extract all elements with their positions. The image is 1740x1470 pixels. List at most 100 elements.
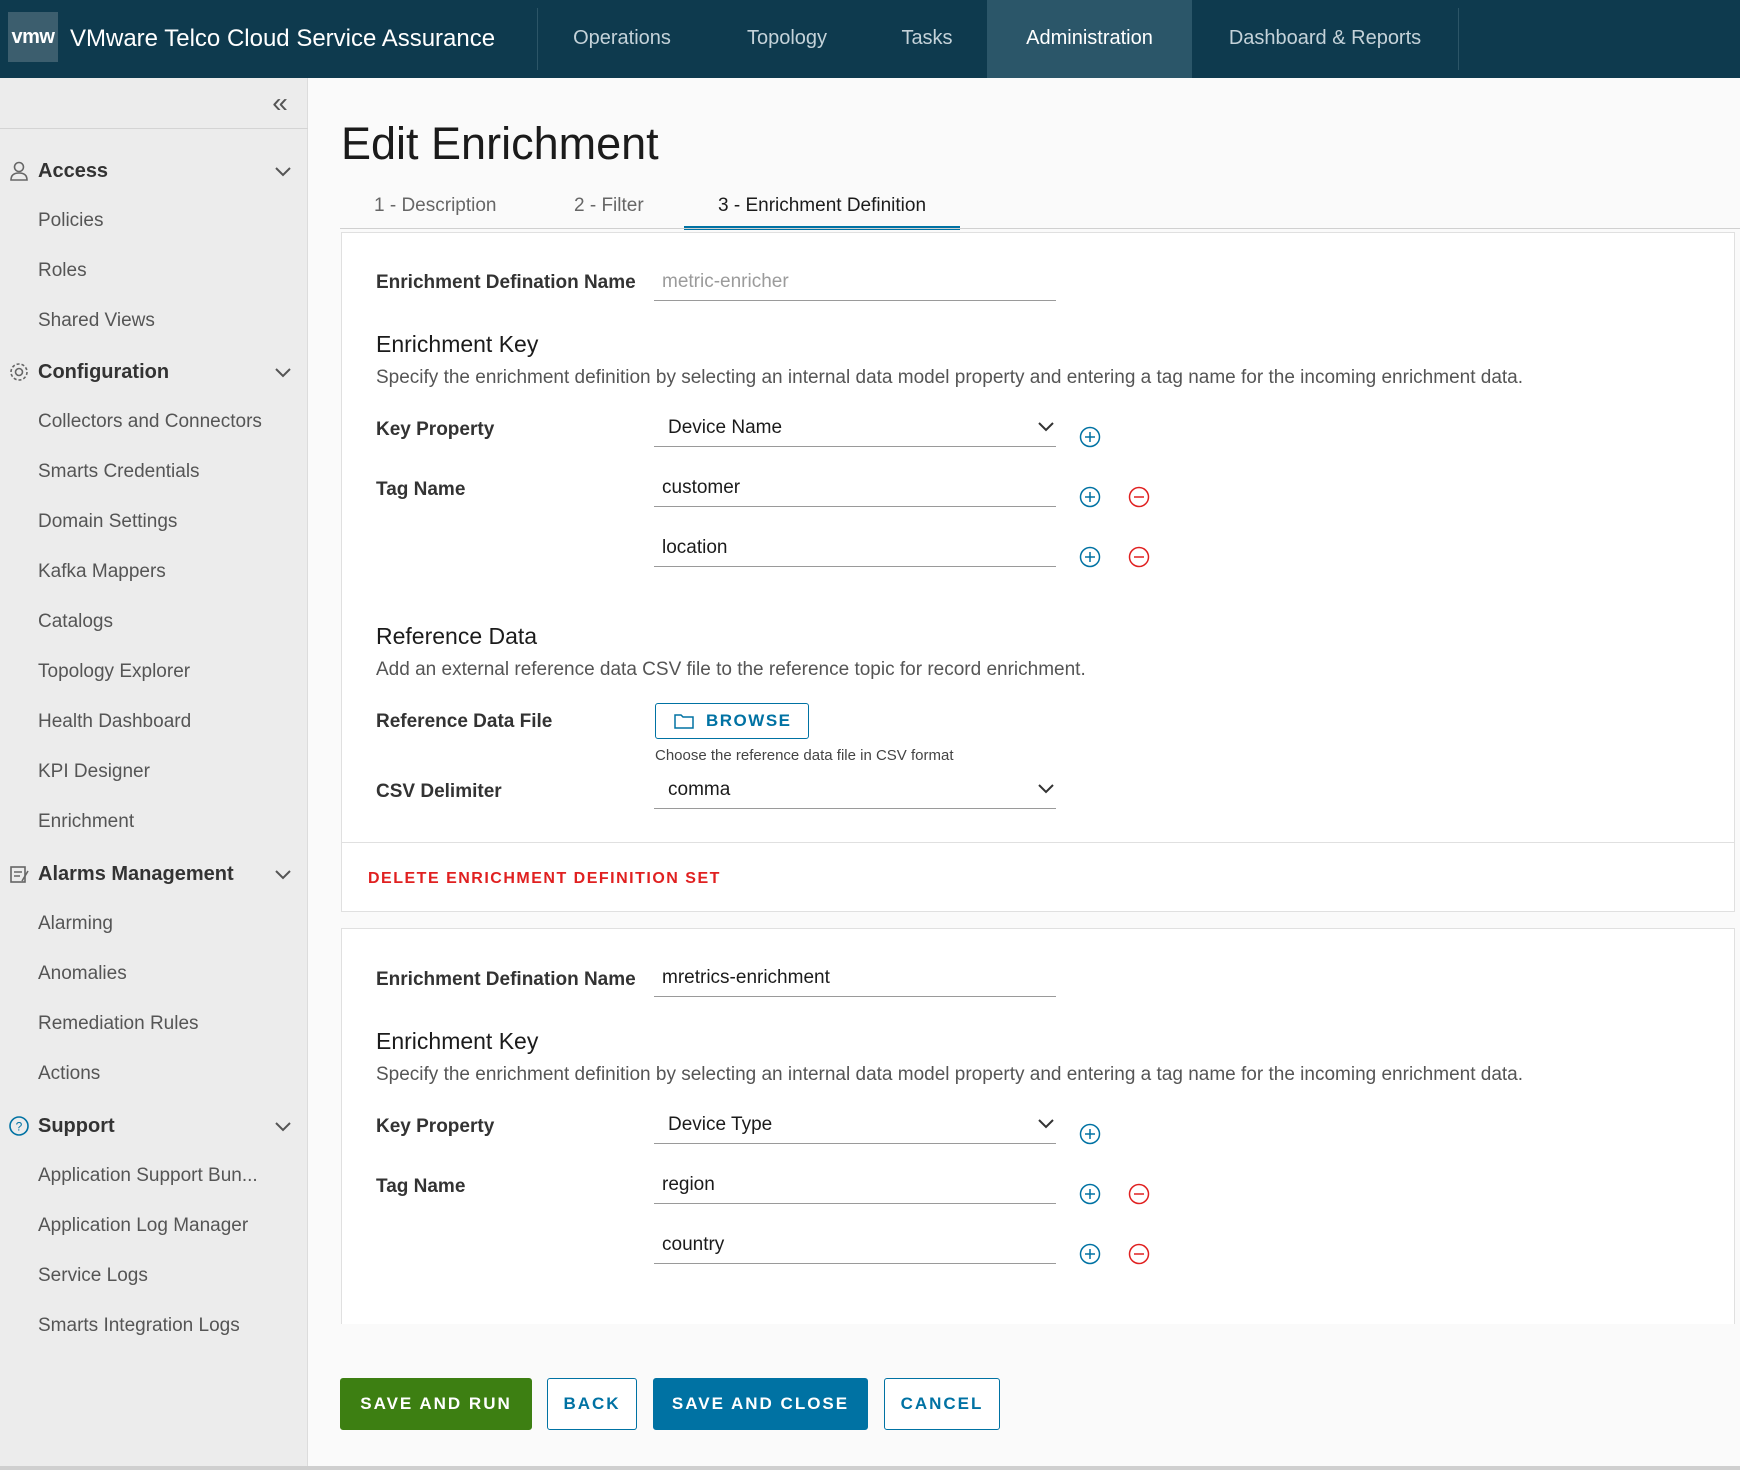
sidebar-group-support[interactable]: ? Support xyxy=(0,1101,308,1151)
tag-name-input[interactable]: region xyxy=(654,1168,1056,1204)
definition-name-input[interactable]: mretrics-enrichment xyxy=(654,961,1056,997)
sidebar-group-label: Alarms Management xyxy=(38,863,234,885)
chevron-down-icon[interactable] xyxy=(272,1115,294,1137)
delete-definition-set-button[interactable]: DELETE ENRICHMENT DEFINITION SET xyxy=(368,870,721,888)
nav-dashboard-reports[interactable]: Dashboard & Reports xyxy=(1192,0,1458,78)
sidebar-item-actions[interactable]: Actions xyxy=(38,1060,100,1088)
key-property-label: Key Property xyxy=(376,1116,495,1137)
definition-name-label: Enrichment Defination Name xyxy=(376,969,636,990)
top-header: vmw VMware Telco Cloud Service Assurance… xyxy=(0,0,1740,78)
sidebar-item-service-logs[interactable]: Service Logs xyxy=(38,1262,148,1290)
sidebar-group-access[interactable]: Access xyxy=(0,146,308,196)
remove-circle-icon[interactable] xyxy=(1127,1242,1151,1266)
sidebar-divider xyxy=(0,128,308,129)
key-property-select[interactable]: Device Type xyxy=(654,1108,1056,1144)
sidebar-item-shared-views[interactable]: Shared Views xyxy=(38,307,155,335)
sidebar-item-enrichment[interactable]: Enrichment xyxy=(38,808,134,836)
save-and-close-button[interactable]: SAVE AND CLOSE xyxy=(653,1378,868,1430)
help-icon: ? xyxy=(9,1116,29,1136)
collapse-sidebar-icon[interactable]: « xyxy=(265,89,295,120)
app-title[interactable]: VMware Telco Cloud Service Assurance xyxy=(70,0,495,78)
sidebar-item-catalogs[interactable]: Catalogs xyxy=(38,608,113,636)
sidebar-item-kafka-mappers[interactable]: Kafka Mappers xyxy=(38,558,166,586)
sidebar-group-label: Configuration xyxy=(38,361,170,383)
enrichment-key-description: Specify the enrichment definition by sel… xyxy=(376,367,1524,388)
back-button[interactable]: BACK xyxy=(547,1378,637,1430)
nav-administration[interactable]: Administration xyxy=(987,0,1192,78)
tag-name-input[interactable]: location xyxy=(654,531,1056,567)
remove-circle-icon[interactable] xyxy=(1127,485,1151,509)
tag-name-label: Tag Name xyxy=(376,1176,466,1197)
enrichment-definition-card: Enrichment Defination Name mretrics-enri… xyxy=(341,928,1735,1324)
tabs-divider xyxy=(340,228,1740,229)
tab-description[interactable]: 1 - Description xyxy=(374,192,497,230)
sidebar-item-kpi-designer[interactable]: KPI Designer xyxy=(38,758,150,786)
save-and-run-button[interactable]: SAVE AND RUN xyxy=(340,1378,532,1430)
reference-file-label: Reference Data File xyxy=(376,711,553,732)
sidebar-item-domain-settings[interactable]: Domain Settings xyxy=(38,508,177,536)
nav-topology[interactable]: Topology xyxy=(707,0,867,78)
reference-data-title: Reference Data xyxy=(376,623,538,649)
chevron-down-icon[interactable] xyxy=(272,160,294,182)
add-circle-icon[interactable] xyxy=(1078,1242,1102,1266)
sidebar-item-policies[interactable]: Policies xyxy=(38,207,103,235)
sidebar-item-roles[interactable]: Roles xyxy=(38,257,87,285)
tab-enrichment-definition[interactable]: 3 - Enrichment Definition xyxy=(684,192,961,230)
sidebar-item-smarts-credentials[interactable]: Smarts Credentials xyxy=(38,458,200,486)
sidebar-item-alarming[interactable]: Alarming xyxy=(38,910,113,938)
chevron-down-icon[interactable] xyxy=(272,361,294,383)
alarms-icon xyxy=(10,866,29,883)
user-icon xyxy=(10,161,28,181)
browse-label: BROWSE xyxy=(706,711,792,730)
tag-name-input[interactable]: country xyxy=(654,1228,1056,1264)
cancel-button[interactable]: CANCEL xyxy=(884,1378,1000,1430)
vmware-logo[interactable]: vmw xyxy=(8,12,58,62)
tag-name-input[interactable]: customer xyxy=(654,471,1056,507)
sidebar-item-anomalies[interactable]: Anomalies xyxy=(38,960,127,988)
nav-separator xyxy=(1458,8,1459,70)
sidebar-item-topology-explorer[interactable]: Topology Explorer xyxy=(38,658,190,686)
key-property-value: Device Name xyxy=(668,417,783,438)
sidebar-item-remediation-rules[interactable]: Remediation Rules xyxy=(38,1010,199,1038)
chevron-down-icon xyxy=(1038,422,1054,432)
browse-hint: Choose the reference data file in CSV fo… xyxy=(655,747,954,764)
sidebar-item-collectors-connectors[interactable]: Collectors and Connectors xyxy=(38,408,262,436)
sidebar-item-application-log-manager[interactable]: Application Log Manager xyxy=(38,1212,248,1240)
gear-icon xyxy=(10,363,28,381)
card-divider xyxy=(342,842,1734,843)
remove-circle-icon[interactable] xyxy=(1127,545,1151,569)
add-circle-icon[interactable] xyxy=(1078,485,1102,509)
svg-text:?: ? xyxy=(16,1120,23,1134)
add-circle-icon[interactable] xyxy=(1078,545,1102,569)
remove-circle-icon[interactable] xyxy=(1127,1182,1151,1206)
nav-tasks[interactable]: Tasks xyxy=(867,0,987,78)
sidebar-group-label: Support xyxy=(38,1115,115,1137)
key-property-label: Key Property xyxy=(376,419,495,440)
folder-icon xyxy=(674,714,694,729)
enrichment-key-title: Enrichment Key xyxy=(376,331,539,357)
add-circle-icon[interactable] xyxy=(1078,1182,1102,1206)
chevron-down-icon xyxy=(1038,784,1054,794)
page-title: Edit Enrichment xyxy=(341,118,659,169)
window-bottom-edge xyxy=(0,1466,1740,1470)
sidebar-item-smarts-integration-logs[interactable]: Smarts Integration Logs xyxy=(38,1312,240,1340)
key-property-select[interactable]: Device Name xyxy=(654,411,1056,447)
add-circle-icon[interactable] xyxy=(1078,1122,1102,1146)
sidebar-group-alarms-management[interactable]: Alarms Management xyxy=(0,849,308,899)
tab-filter[interactable]: 2 - Filter xyxy=(574,192,644,230)
browse-button[interactable]: BROWSE xyxy=(655,703,809,739)
tag-name-label: Tag Name xyxy=(376,479,466,500)
sidebar-item-application-support-bundle[interactable]: Application Support Bun... xyxy=(38,1162,258,1190)
chevron-down-icon[interactable] xyxy=(272,863,294,885)
sidebar-item-health-dashboard[interactable]: Health Dashboard xyxy=(38,708,191,736)
add-circle-icon[interactable] xyxy=(1078,425,1102,449)
reference-data-description: Add an external reference data CSV file … xyxy=(376,659,1086,680)
nav-operations[interactable]: Operations xyxy=(537,0,707,78)
enrichment-key-title: Enrichment Key xyxy=(376,1028,539,1054)
sidebar-group-configuration[interactable]: Configuration xyxy=(0,347,308,397)
sidebar-group-label: Access xyxy=(38,160,109,182)
definition-name-input[interactable]: metric-enricher xyxy=(654,265,1056,301)
chevron-down-icon xyxy=(1038,1119,1054,1129)
csv-delimiter-select[interactable]: comma xyxy=(654,773,1056,809)
key-property-value: Device Type xyxy=(668,1114,773,1135)
